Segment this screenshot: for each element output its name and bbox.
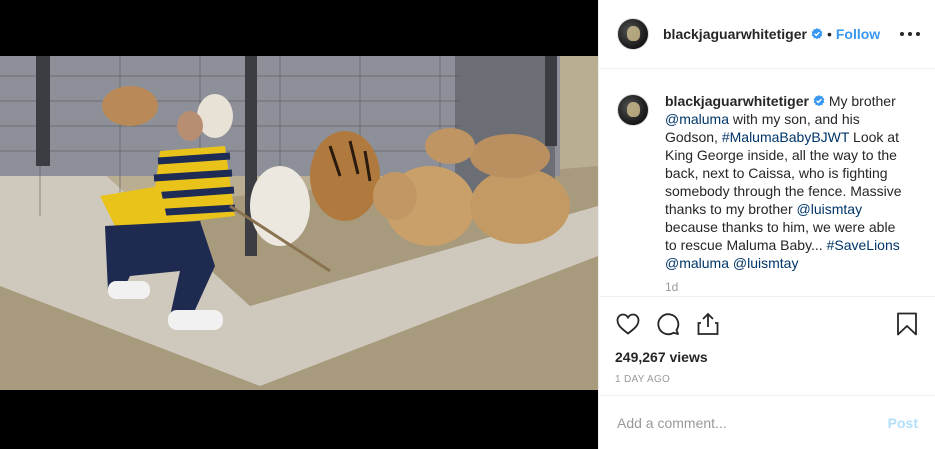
- follow-button[interactable]: Follow: [836, 26, 880, 42]
- post-media: [0, 0, 598, 449]
- bookmark-icon[interactable]: [894, 311, 920, 337]
- caption-link[interactable]: #SaveLions: [827, 237, 900, 253]
- caption-fragment: My brother: [824, 93, 896, 109]
- video-frame: [0, 56, 598, 390]
- caption-avatar[interactable]: [617, 94, 649, 126]
- share-icon[interactable]: [695, 311, 721, 337]
- comment-bar: Post: [599, 395, 935, 449]
- video-player[interactable]: [0, 56, 598, 390]
- caption-username[interactable]: blackjaguarwhitetiger: [665, 93, 809, 109]
- post-header: blackjaguarwhitetiger • Follow: [599, 0, 935, 69]
- post-button[interactable]: Post: [888, 415, 918, 431]
- caption-text: blackjaguarwhitetiger My brother @maluma…: [665, 92, 910, 272]
- verified-badge-icon: [811, 28, 823, 40]
- caption-link[interactable]: @maluma: [665, 111, 729, 127]
- actions-bar: 249,267 views 1 DAY AGO: [599, 296, 935, 396]
- post-timestamp: 1 DAY AGO: [615, 374, 671, 385]
- caption-time: 1d: [665, 280, 679, 294]
- comment-icon[interactable]: [655, 311, 681, 337]
- separator-dot: •: [826, 26, 832, 42]
- comment-input[interactable]: [617, 414, 888, 431]
- post-panel: blackjaguarwhitetiger • Follow blackjagu…: [598, 0, 935, 449]
- caption-link[interactable]: @maluma: [665, 255, 729, 271]
- verified-badge-icon: [813, 95, 825, 107]
- more-options-icon[interactable]: [900, 24, 920, 44]
- caption-area: blackjaguarwhitetiger My brother @maluma…: [599, 70, 935, 296]
- caption-link[interactable]: @luismtay: [797, 201, 863, 217]
- view-count[interactable]: 249,267 views: [615, 349, 920, 365]
- heart-icon[interactable]: [615, 311, 641, 337]
- avatar[interactable]: [617, 18, 649, 50]
- username[interactable]: blackjaguarwhitetiger: [663, 26, 807, 42]
- caption-body: My brother @maluma with my son, and his …: [665, 93, 902, 271]
- caption-link[interactable]: #MalumaBabyBJWT: [722, 129, 849, 145]
- caption-link[interactable]: @luismtay: [733, 255, 799, 271]
